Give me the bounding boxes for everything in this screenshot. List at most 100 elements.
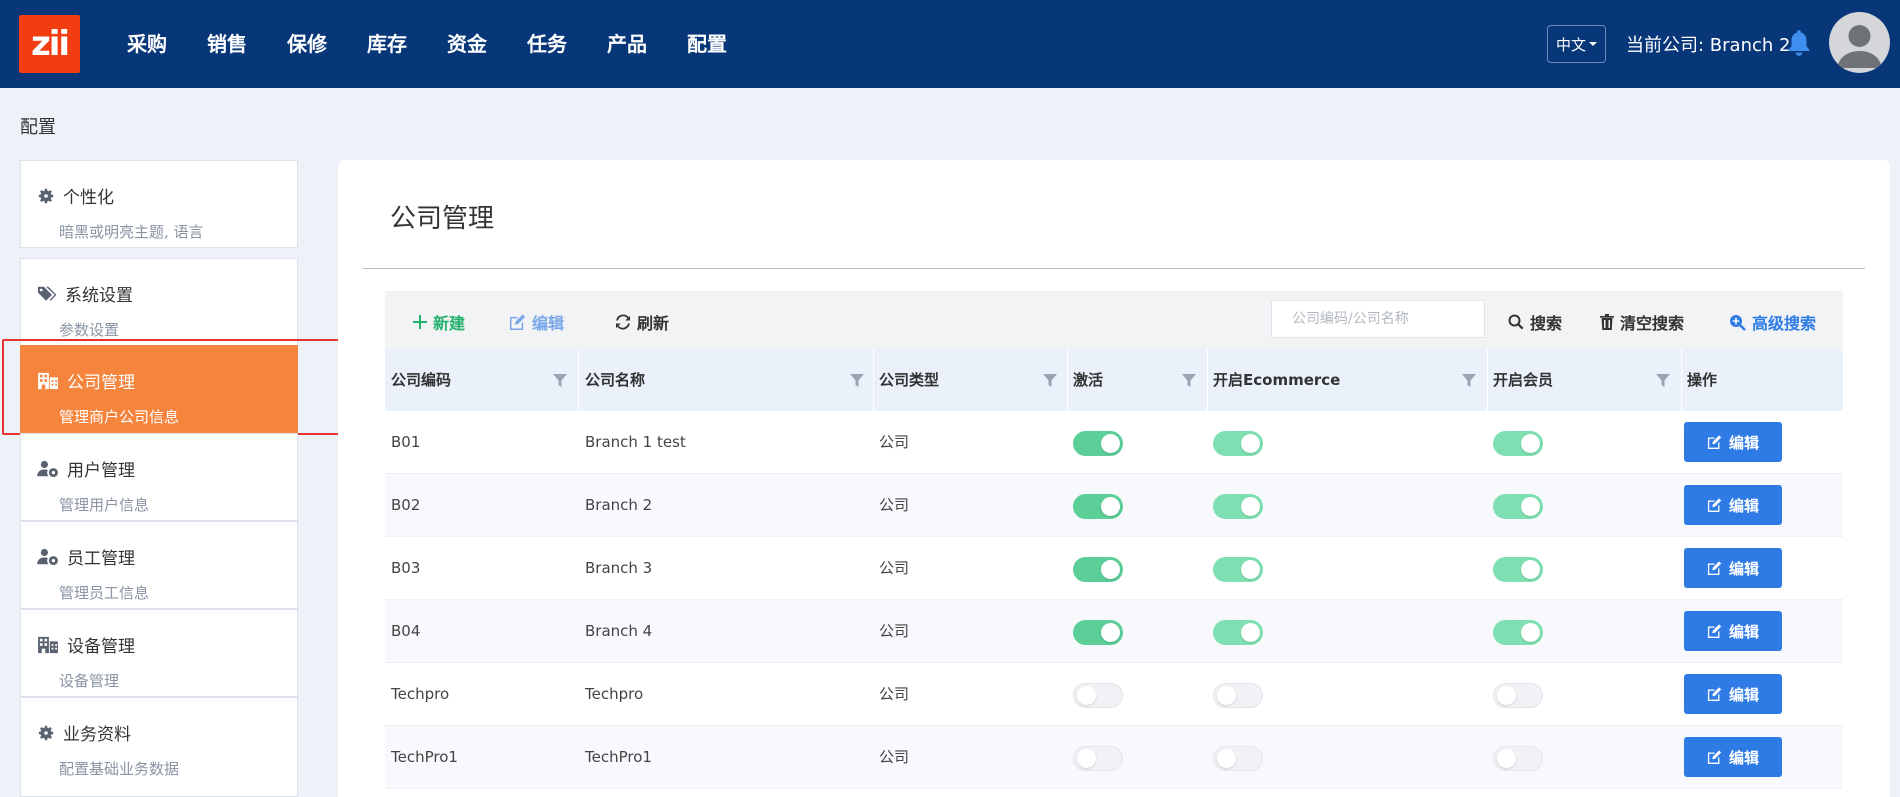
filter-icon[interactable] bbox=[1656, 374, 1670, 387]
cell-name: TechPro1 bbox=[585, 748, 652, 766]
active-toggle[interactable] bbox=[1073, 620, 1123, 645]
user-gear-icon bbox=[37, 460, 58, 477]
nav-item-config[interactable]: 配置 bbox=[687, 30, 727, 58]
active-toggle[interactable] bbox=[1073, 683, 1123, 708]
sidebar-item-personalize[interactable]: 个性化 暗黑或明亮主题, 语言 bbox=[20, 160, 298, 248]
main-nav: 采购 销售 保修 库存 资金 任务 产品 配置 bbox=[127, 30, 767, 58]
nav-item-funds[interactable]: 资金 bbox=[447, 30, 487, 58]
cell-name: Branch 2 bbox=[585, 496, 653, 514]
user-gear-icon bbox=[37, 548, 58, 565]
ecommerce-toggle[interactable] bbox=[1213, 683, 1263, 708]
filter-icon[interactable] bbox=[850, 374, 864, 387]
tags-icon bbox=[38, 286, 57, 301]
ecommerce-toggle[interactable] bbox=[1213, 557, 1263, 582]
nav-item-purchase[interactable]: 采购 bbox=[127, 30, 167, 58]
table-row[interactable]: B02 Branch 2 公司 编辑 bbox=[385, 474, 1843, 537]
cell-type: 公司 bbox=[879, 685, 910, 703]
filter-icon[interactable] bbox=[1462, 374, 1476, 387]
ecommerce-toggle[interactable] bbox=[1213, 746, 1263, 771]
active-toggle[interactable] bbox=[1073, 557, 1123, 582]
active-toggle[interactable] bbox=[1073, 746, 1123, 771]
advanced-search-button[interactable]: 高级搜索 bbox=[1729, 310, 1816, 334]
sidebar-item-system-settings[interactable]: 系统设置 参数设置 bbox=[20, 258, 298, 346]
nav-item-warranty[interactable]: 保修 bbox=[287, 30, 327, 58]
nav-item-products[interactable]: 产品 bbox=[607, 30, 647, 58]
filter-icon[interactable] bbox=[1182, 374, 1196, 387]
column-header-ecommerce[interactable]: 开启Ecommerce bbox=[1207, 349, 1340, 411]
member-toggle[interactable] bbox=[1493, 746, 1543, 771]
sidebar-item-business-data[interactable]: 业务资料 配置基础业务数据 bbox=[20, 697, 298, 797]
cell-code: B03 bbox=[391, 559, 421, 577]
ecommerce-toggle[interactable] bbox=[1213, 620, 1263, 645]
advanced-search-button-label: 高级搜索 bbox=[1752, 314, 1817, 333]
nav-item-tasks[interactable]: 任务 bbox=[527, 30, 567, 58]
column-header-code[interactable]: 公司编码 bbox=[385, 349, 451, 411]
active-toggle[interactable] bbox=[1073, 431, 1123, 456]
filter-icon[interactable] bbox=[553, 374, 567, 387]
sidebar-item-title-wrap: 用户管理 bbox=[37, 456, 135, 481]
clear-search-button[interactable]: 清空搜索 bbox=[1600, 310, 1684, 334]
cell-code: Techpro bbox=[391, 685, 450, 703]
row-edit-label: 编辑 bbox=[1728, 433, 1759, 452]
row-edit-button[interactable]: 编辑 bbox=[1684, 548, 1782, 588]
ecommerce-toggle[interactable] bbox=[1213, 494, 1263, 519]
current-company: 当前公司: Branch 2 bbox=[1626, 35, 1791, 56]
app-logo[interactable]: zii bbox=[19, 15, 80, 73]
member-toggle[interactable] bbox=[1493, 431, 1543, 456]
refresh-button[interactable]: 刷新 bbox=[615, 310, 669, 334]
column-header-member[interactable]: 开启会员 bbox=[1487, 349, 1553, 411]
sidebar-item-desc: 参数设置 bbox=[59, 321, 120, 339]
sidebar-item-staff-management[interactable]: 员工管理 管理员工信息 bbox=[20, 521, 298, 609]
row-edit-button[interactable]: 编辑 bbox=[1684, 422, 1782, 462]
cell-name: Techpro bbox=[585, 685, 644, 703]
language-label: 中文 bbox=[1555, 35, 1586, 54]
edit-toolbar-button[interactable]: 编辑 bbox=[509, 310, 564, 334]
sidebar-item-desc: 配置基础业务数据 bbox=[59, 760, 180, 778]
row-edit-button[interactable]: 编辑 bbox=[1684, 485, 1782, 525]
ecommerce-toggle[interactable] bbox=[1213, 431, 1263, 456]
column-header-type[interactable]: 公司类型 bbox=[873, 349, 939, 411]
row-edit-button[interactable]: 编辑 bbox=[1684, 611, 1782, 651]
language-dropdown[interactable]: 中文 bbox=[1547, 25, 1606, 63]
active-toggle[interactable] bbox=[1073, 494, 1123, 519]
bell-icon[interactable] bbox=[1786, 28, 1812, 58]
sidebar-item-label: 系统设置 bbox=[65, 286, 133, 306]
table-row[interactable]: B04 Branch 4 公司 编辑 bbox=[385, 600, 1843, 663]
row-edit-button[interactable]: 编辑 bbox=[1684, 737, 1782, 777]
search-input[interactable]: 公司编码/公司名称 bbox=[1271, 300, 1485, 338]
refresh-icon bbox=[616, 314, 630, 330]
sidebar-item-device-management[interactable]: 设备管理 设备管理 bbox=[20, 609, 298, 697]
search-button[interactable]: 搜索 bbox=[1508, 310, 1562, 334]
edit-icon bbox=[1707, 750, 1722, 764]
new-button-label: 新建 bbox=[433, 314, 466, 333]
edit-icon bbox=[1707, 687, 1722, 701]
user-avatar[interactable] bbox=[1829, 12, 1890, 73]
table-row[interactable]: TechPro1 TechPro1 公司 编辑 bbox=[385, 726, 1843, 789]
cell-type: 公司 bbox=[879, 559, 910, 577]
filter-icon[interactable] bbox=[1043, 374, 1057, 387]
member-toggle[interactable] bbox=[1493, 557, 1543, 582]
cell-code: B02 bbox=[391, 496, 421, 514]
row-edit-button[interactable]: 编辑 bbox=[1684, 674, 1782, 714]
sidebar-item-label: 员工管理 bbox=[67, 549, 135, 569]
page-title: 公司管理 bbox=[390, 204, 495, 234]
member-toggle[interactable] bbox=[1493, 620, 1543, 645]
row-edit-label: 编辑 bbox=[1728, 685, 1759, 704]
new-button[interactable]: 新建 bbox=[413, 310, 465, 334]
nav-item-sales[interactable]: 销售 bbox=[207, 30, 247, 58]
table-row[interactable]: B01 Branch 1 test 公司 编辑 bbox=[385, 411, 1843, 474]
cell-name: Branch 1 test bbox=[585, 433, 686, 451]
table-row[interactable]: B03 Branch 3 公司 编辑 bbox=[385, 537, 1843, 600]
column-header-actions: 操作 bbox=[1687, 371, 1718, 389]
logo-text: zii bbox=[30, 24, 70, 64]
column-header-name[interactable]: 公司名称 bbox=[579, 349, 645, 411]
member-toggle[interactable] bbox=[1493, 494, 1543, 519]
column-header-active[interactable]: 激活 bbox=[1067, 349, 1103, 411]
table-row[interactable]: Techpro Techpro 公司 编辑 bbox=[385, 663, 1843, 726]
nav-item-inventory[interactable]: 库存 bbox=[367, 30, 407, 58]
edit-icon bbox=[1707, 498, 1722, 512]
member-toggle[interactable] bbox=[1493, 683, 1543, 708]
sidebar-item-user-management[interactable]: 用户管理 管理用户信息 bbox=[20, 433, 298, 521]
row-edit-label: 编辑 bbox=[1728, 622, 1759, 641]
refresh-button-label: 刷新 bbox=[637, 314, 670, 333]
